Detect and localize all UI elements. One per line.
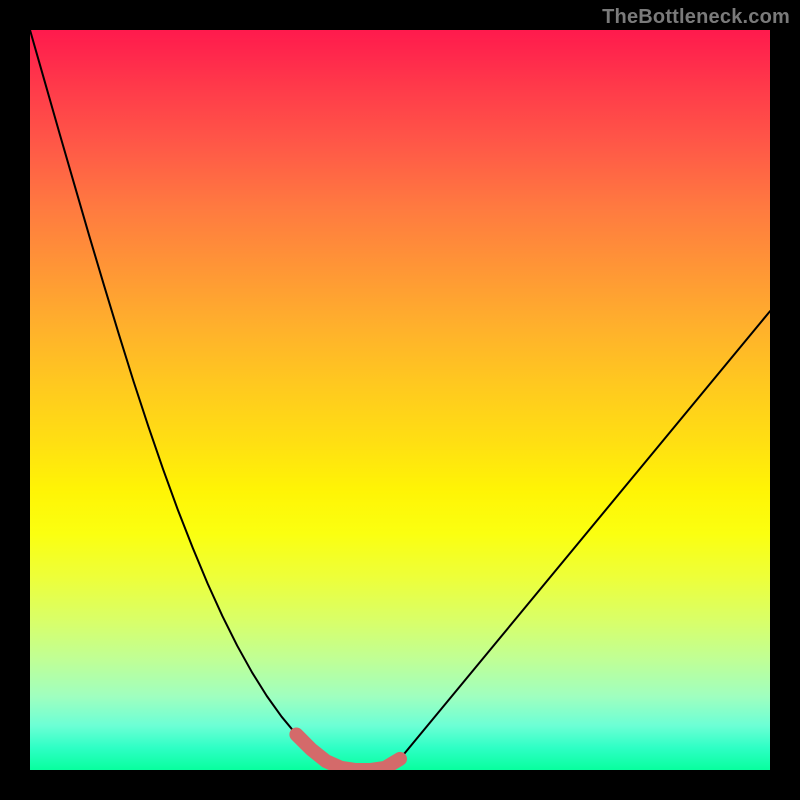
chart-svg — [30, 30, 770, 770]
watermark-text: TheBottleneck.com — [602, 6, 790, 29]
chart-plot-area — [30, 30, 770, 770]
chart-highlight-right — [370, 759, 400, 770]
chart-highlight-left — [296, 735, 340, 768]
chart-curve — [30, 30, 770, 770]
